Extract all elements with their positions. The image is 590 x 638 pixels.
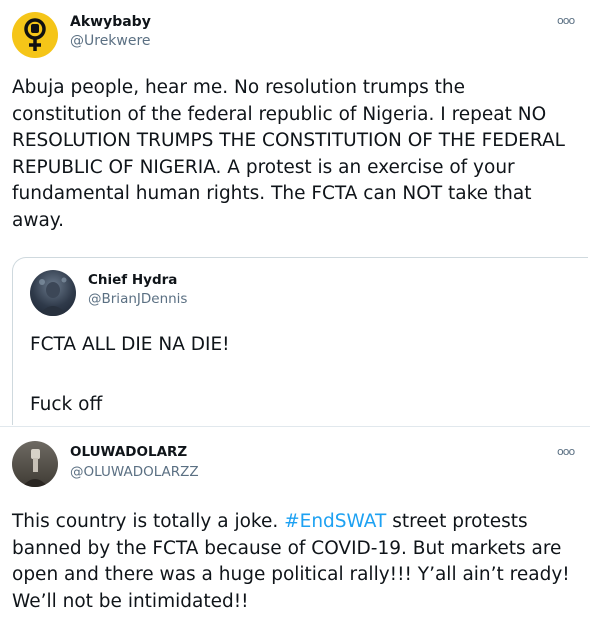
display-name[interactable]: Akwybaby bbox=[70, 14, 151, 30]
hydra-portrait-icon bbox=[38, 277, 68, 316]
quoted-text-line2: Fuck off bbox=[30, 394, 103, 415]
hashtag-link[interactable]: #EndSWAT bbox=[284, 511, 386, 532]
avatar[interactable] bbox=[12, 12, 58, 58]
tweet-akwybaby[interactable]: Akwybaby @Urekwere ooo Abuja people, hea… bbox=[0, 0, 590, 255]
user-handle[interactable]: @Urekwere bbox=[70, 33, 151, 49]
tweet-text: Abuja people, hear me. No resolution tru… bbox=[12, 77, 565, 231]
more-options-icon[interactable]: ooo bbox=[557, 445, 575, 458]
user-handle[interactable]: @OLUWADOLARZZ bbox=[70, 464, 199, 480]
display-name[interactable]: Chief Hydra bbox=[88, 272, 177, 288]
raised-fist-icon bbox=[22, 449, 48, 487]
quoted-text-line1: FCTA ALL DIE NA DIE! bbox=[30, 334, 230, 355]
female-symbol-fist-icon bbox=[24, 18, 46, 51]
tweet-text: This country is totally a joke. #EndSWAT… bbox=[12, 509, 580, 615]
avatar[interactable] bbox=[30, 270, 76, 316]
tweet-text-start: This country is totally a joke. bbox=[12, 511, 285, 532]
tweet-oluwadolarz[interactable]: OLUWADOLARZ @OLUWADOLARZZ ooo This count… bbox=[0, 427, 590, 638]
more-options-icon[interactable]: ooo bbox=[557, 14, 575, 27]
display-name[interactable]: OLUWADOLARZ bbox=[70, 444, 187, 460]
user-handle[interactable]: @BrianJDennis bbox=[88, 291, 187, 307]
quoted-tweet[interactable]: Chief Hydra @BrianJDennis FCTA ALL DIE N… bbox=[12, 257, 588, 425]
avatar[interactable] bbox=[12, 441, 58, 487]
